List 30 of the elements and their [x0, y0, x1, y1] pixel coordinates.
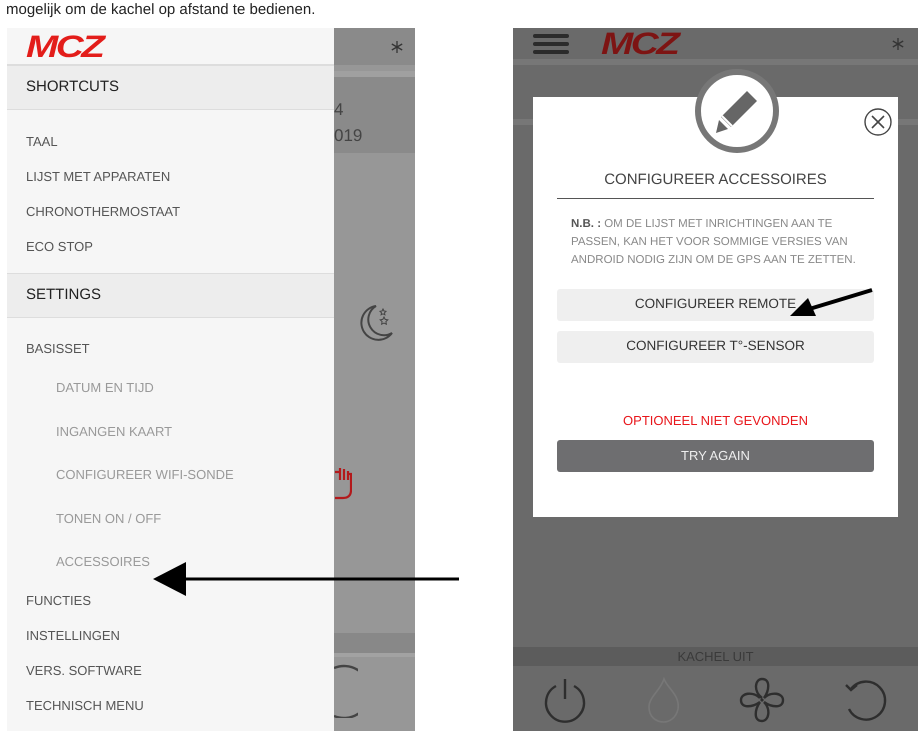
- menu-item[interactable]: LIJST MET APPARATEN: [7, 159, 334, 194]
- note-text: N.B. : OM DE LIJST MET INRICHTINGEN AAN TE PASSEN, KAN HET VOOR SOMMIGE VERSIES VAN ANDROID NODIG ZIJN OM DE GPS AAN TE ZETTEN.: [571, 216, 857, 268]
- dialog-title: CONFIGUREER ACCESSOIRES: [557, 169, 874, 198]
- fan-icon: [739, 676, 786, 722]
- error-message: OPTIONEEL NIET GEVONDEN: [622, 412, 809, 430]
- caption-text: mogelijk om de kachel op afstand te bedienen.: [5, 0, 316, 20]
- logo: MCZ: [26, 28, 102, 65]
- snowflake-icon: [892, 38, 904, 50]
- section-header: SETTINGS: [7, 273, 334, 318]
- menu-item[interactable]: INSTELLINGEN: [7, 618, 334, 654]
- logo: MCZ: [601, 28, 678, 62]
- moon-icon: [358, 303, 394, 341]
- hand-icon: [334, 466, 352, 500]
- power-icon: [542, 676, 588, 722]
- retry-button[interactable]: TRY AGAIN: [557, 440, 874, 472]
- snowflake-icon: [391, 40, 403, 52]
- menu-item[interactable]: BASISSET: [7, 331, 334, 366]
- date-text: 4: [334, 99, 344, 121]
- menu-item[interactable]: FUNCTIES: [7, 584, 334, 618]
- date-text: 019: [334, 124, 364, 146]
- menu-item[interactable]: VERS. SOFTWARE: [7, 654, 334, 688]
- menu-item[interactable]: TECHNISCH MENU: [7, 688, 334, 724]
- close-icon[interactable]: [863, 107, 893, 137]
- configure-button[interactable]: CONFIGUREER REMOTE: [557, 288, 874, 320]
- section-header: SHORTCUTS: [7, 65, 334, 110]
- menu-item[interactable]: TAAL: [7, 124, 334, 159]
- configure-button[interactable]: CONFIGUREER T°-SENSOR: [557, 330, 874, 362]
- menu-icon: [533, 32, 569, 54]
- menu-item[interactable]: ECO STOP: [7, 229, 334, 264]
- menu-item[interactable]: CHRONOTHERMOSTAAT: [7, 194, 334, 229]
